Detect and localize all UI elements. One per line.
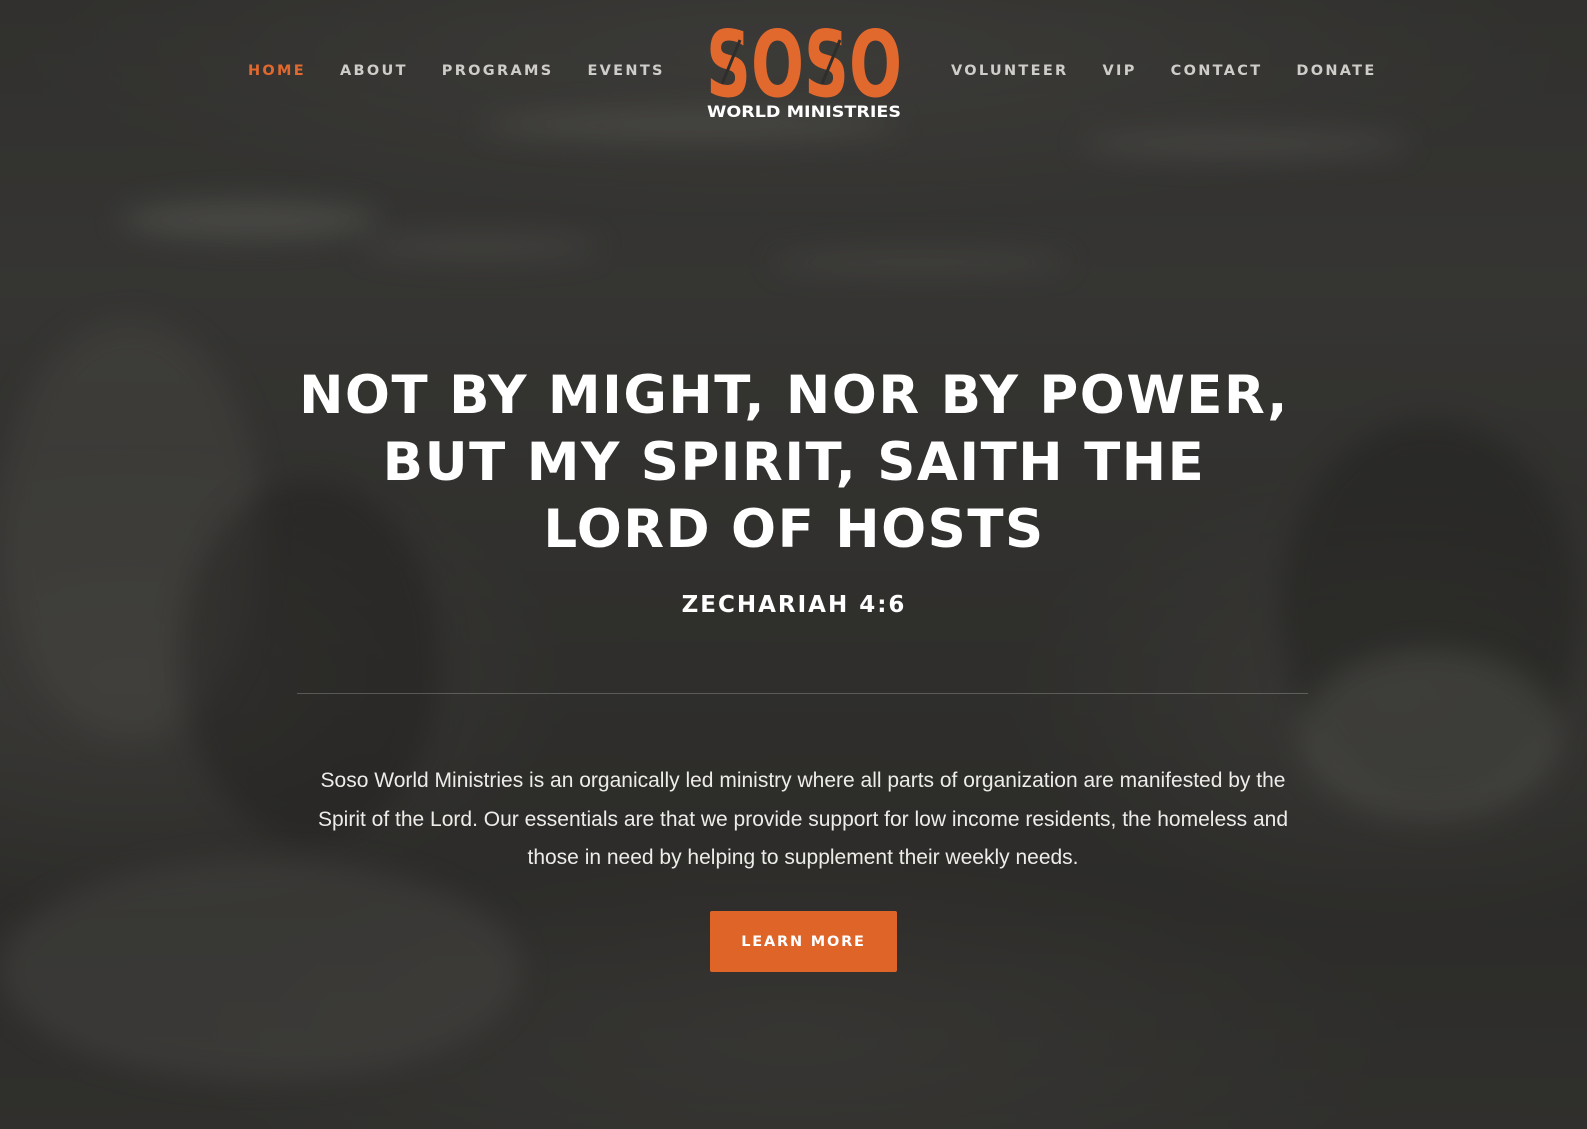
nav-link-volunteer[interactable]: VOLUNTEER bbox=[951, 63, 1069, 79]
site-header: HOME ABOUT PROGRAMS EVENTS SOSO WORLD MI… bbox=[0, 0, 1587, 150]
learn-more-button[interactable]: LEARN MORE bbox=[710, 911, 897, 972]
nav-item-contact: CONTACT bbox=[1171, 62, 1263, 80]
nav-link-about[interactable]: ABOUT bbox=[340, 63, 408, 79]
nav-item-about: ABOUT bbox=[340, 62, 408, 80]
nav-item-home: HOME bbox=[248, 62, 306, 80]
primary-nav-left: HOME ABOUT PROGRAMS EVENTS bbox=[248, 62, 665, 80]
nav-link-programs[interactable]: PROGRAMS bbox=[442, 63, 554, 79]
hero-divider bbox=[297, 693, 1308, 694]
nav-item-events: EVENTS bbox=[587, 62, 664, 80]
nav-item-programs: PROGRAMS bbox=[442, 62, 554, 80]
nav-link-events[interactable]: EVENTS bbox=[587, 63, 664, 79]
nav-link-home[interactable]: HOME bbox=[248, 63, 306, 79]
nav-link-contact[interactable]: CONTACT bbox=[1171, 63, 1263, 79]
primary-nav-right: VOLUNTEER VIP CONTACT DONATE bbox=[951, 62, 1377, 80]
scripture-reference: ZECHARIAH 4:6 bbox=[681, 592, 907, 618]
nav-item-donate: DONATE bbox=[1296, 62, 1376, 80]
site-logo[interactable]: SOSO WORLD MINISTRIES bbox=[704, 22, 904, 122]
nav-link-vip[interactable]: VIP bbox=[1103, 63, 1137, 79]
page: HOME ABOUT PROGRAMS EVENTS SOSO WORLD MI… bbox=[0, 0, 1587, 1129]
nav-link-donate[interactable]: DONATE bbox=[1296, 63, 1376, 79]
hero-title: NOT BY MIGHT, NOR BY POWER, BUT MY SPIRI… bbox=[299, 365, 1289, 560]
logo-graphic: SOSO WORLD MINISTRIES bbox=[706, 22, 902, 121]
nav-item-volunteer: VOLUNTEER bbox=[951, 62, 1069, 80]
ministry-description: Soso World Ministries is an organically … bbox=[318, 769, 1288, 869]
nav-item-vip: VIP bbox=[1103, 62, 1137, 80]
logo-tagline: WORLD MINISTRIES bbox=[707, 102, 901, 121]
